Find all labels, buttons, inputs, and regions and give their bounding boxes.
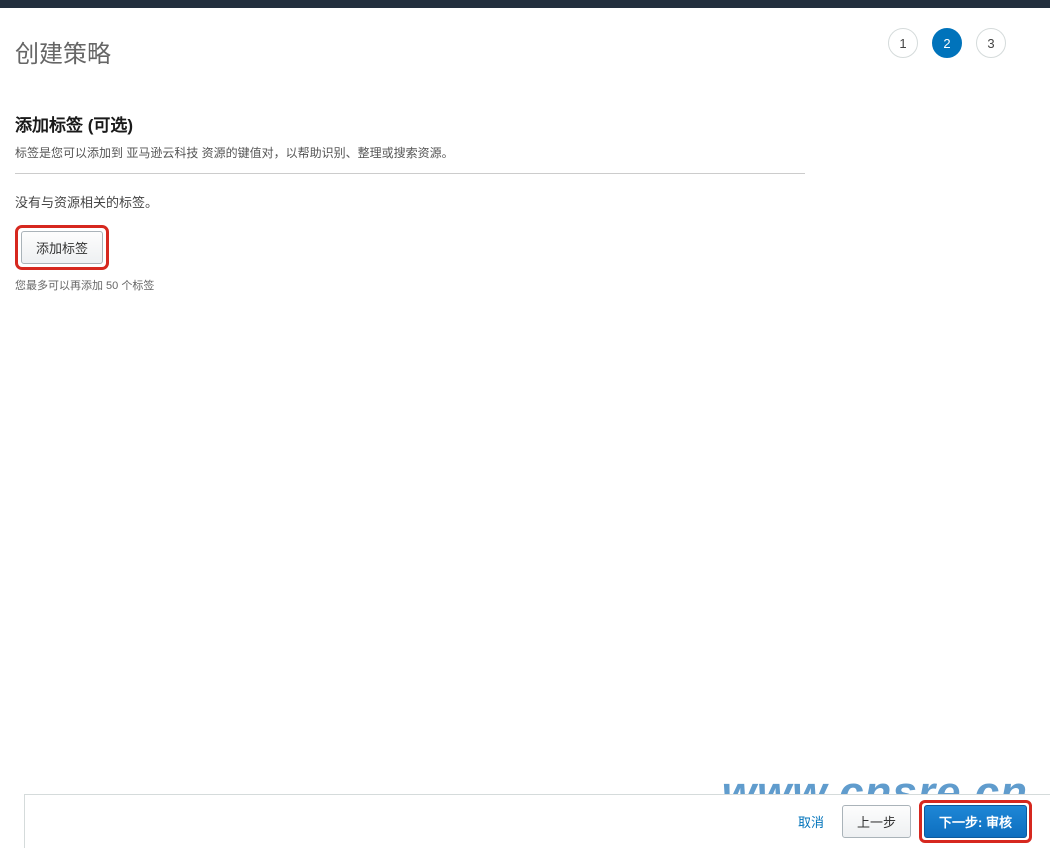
divider <box>15 173 805 174</box>
content-area: 添加标签 (可选) 标签是您可以添加到 亚马逊云科技 资源的键值对，以帮助识别、… <box>0 69 820 293</box>
footer-bar: 取消 上一步 下一步: 审核 <box>24 794 1050 848</box>
step-1[interactable]: 1 <box>888 28 918 58</box>
step-3[interactable]: 3 <box>976 28 1006 58</box>
next-button[interactable]: 下一步: 审核 <box>924 805 1027 838</box>
add-tag-button[interactable]: 添加标签 <box>21 231 103 264</box>
top-bar <box>0 0 1050 8</box>
next-button-highlight: 下一步: 审核 <box>919 800 1032 843</box>
add-tag-highlight: 添加标签 <box>15 225 109 270</box>
step-2[interactable]: 2 <box>932 28 962 58</box>
tags-section-description: 标签是您可以添加到 亚马逊云科技 资源的键值对，以帮助识别、整理或搜索资源。 <box>15 144 805 161</box>
tags-hint: 您最多可以再添加 50 个标签 <box>15 277 805 293</box>
no-tags-text: 没有与资源相关的标签。 <box>15 192 805 211</box>
tags-section-title: 添加标签 (可选) <box>15 111 805 136</box>
wizard-stepper: 1 2 3 <box>888 28 1006 58</box>
cancel-button[interactable]: 取消 <box>788 806 834 837</box>
prev-button[interactable]: 上一步 <box>842 805 911 838</box>
